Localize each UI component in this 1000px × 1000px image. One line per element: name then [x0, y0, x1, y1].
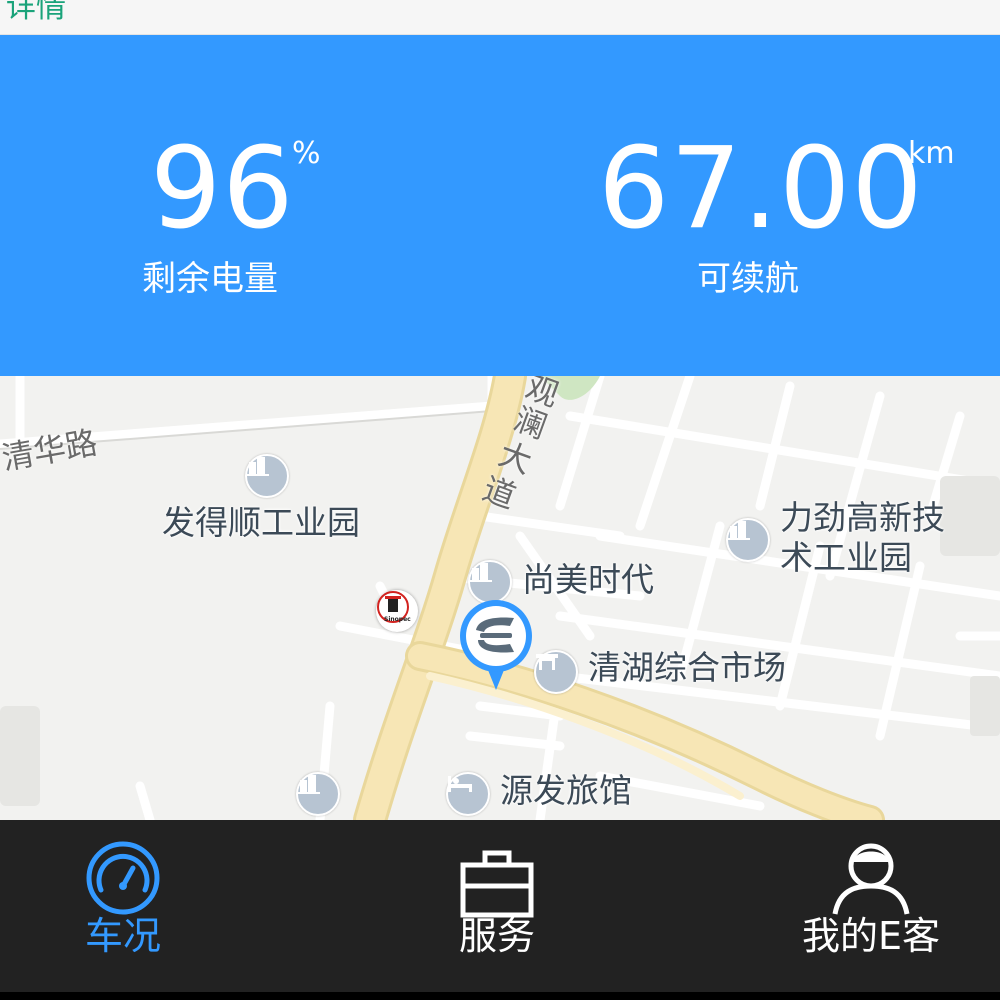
building-icon[interactable]: [726, 518, 770, 562]
poi-fadeshun[interactable]: 发得顺工业园: [162, 504, 360, 542]
top-bar: 详情: [0, 0, 1000, 35]
gas-station-badge: Sinopec: [384, 616, 411, 623]
system-nav-strip: [0, 992, 1000, 1000]
speedometer-icon: [85, 840, 161, 920]
top-bar-title: 详情: [6, 0, 66, 25]
nav-tab-my-account[interactable]: 我的E客: [784, 820, 958, 992]
map-view[interactable]: 清华路 观 澜 大 道 发得顺工业园 力劲高新技 术工业园 尚美时代 清湖综合市…: [0, 376, 1000, 820]
poi-yuanfa-hotel[interactable]: 源发旅馆: [500, 772, 632, 810]
app-root: 详情 96 % 剩余电量 67.00 km 可续航 清华路 观 澜 大 道 发得…: [0, 0, 1000, 1000]
battery-unit: %: [292, 136, 321, 171]
nav-label-vehicle-status: 车况: [84, 914, 161, 958]
nav-tab-vehicle-status[interactable]: 车况: [36, 820, 210, 992]
poi-lijin-line2[interactable]: 术工业园: [780, 539, 912, 577]
range-label: 可续航: [697, 259, 799, 299]
range-value: 67.00: [598, 124, 924, 254]
poi-qinghu-market[interactable]: 清湖综合市场: [588, 649, 786, 687]
vehicle-stats-panel: 96 % 剩余电量 67.00 km 可续航: [0, 35, 1000, 376]
poi-shangmei[interactable]: 尚美时代: [522, 561, 654, 599]
hotel-icon[interactable]: [446, 772, 490, 816]
nav-label-services: 服务: [458, 914, 535, 958]
gas-station-icon[interactable]: Sinopec: [376, 590, 418, 632]
nav-label-my-account: 我的E客: [801, 914, 940, 958]
battery-label: 剩余电量: [142, 259, 278, 299]
range-unit: km: [908, 136, 955, 171]
poi-lijin-line1[interactable]: 力劲高新技: [780, 499, 945, 537]
user-icon: [831, 842, 911, 920]
nav-tab-services[interactable]: 服务: [410, 820, 584, 992]
building-icon[interactable]: [245, 454, 289, 498]
building-icon[interactable]: [296, 772, 340, 816]
bottom-nav: 车况 服务 我的E客: [0, 820, 1000, 992]
battery-value: 96: [150, 124, 295, 254]
market-icon[interactable]: [534, 650, 578, 694]
vehicle-location-marker[interactable]: [458, 596, 534, 692]
